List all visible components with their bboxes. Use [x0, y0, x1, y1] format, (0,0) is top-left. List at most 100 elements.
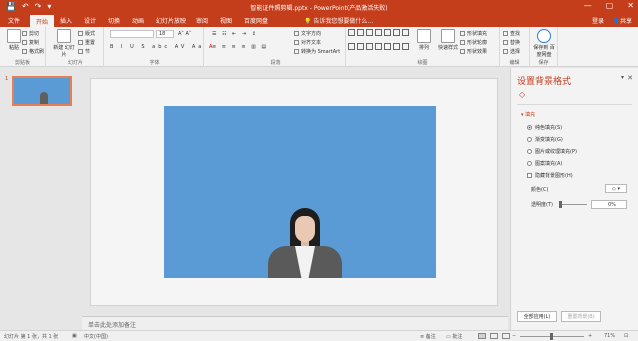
tab-slideshow[interactable]: 幻灯片放映 [156, 16, 186, 25]
person-face [295, 216, 315, 242]
notes-area[interactable]: 单击此处添加备注 [82, 316, 508, 330]
new-slide-icon [57, 29, 71, 43]
tab-baidu[interactable]: 百度网盘 [244, 16, 268, 25]
share-button[interactable]: 👤共享 [613, 16, 633, 25]
new-slide-button[interactable]: 新建 幻灯片 [52, 29, 76, 58]
reset-button[interactable]: 重置 [78, 39, 95, 46]
text-direction-label: 文字方向 [301, 31, 322, 37]
font-grow-icon[interactable]: A˄ A˅ [178, 31, 191, 37]
find-button[interactable]: 查找 [503, 30, 520, 37]
tab-design[interactable]: 设计 [84, 16, 96, 25]
shape-item[interactable] [402, 29, 409, 36]
color-label: 颜色(C) [531, 187, 549, 193]
tab-file[interactable]: 文件 [8, 16, 20, 25]
save-to-baidu-button[interactable]: 保存到 百度网盘 [532, 29, 556, 58]
apply-all-button[interactable]: 全部应用(L) [517, 311, 557, 322]
color-picker-button[interactable]: ◇ ▾ [605, 184, 627, 193]
tab-transitions[interactable]: 切换 [108, 16, 120, 25]
replace-button[interactable]: 替换 [503, 39, 520, 46]
shape-item[interactable] [384, 42, 391, 50]
slide-canvas[interactable] [164, 106, 436, 278]
tab-home[interactable]: 开始 [30, 15, 55, 27]
shape-item[interactable] [366, 29, 373, 36]
underline-button[interactable]: U [130, 44, 137, 50]
font-size-box[interactable]: 18 [156, 30, 174, 38]
quick-styles-button[interactable]: 快速样式 [436, 29, 460, 51]
shape-item[interactable] [375, 42, 382, 50]
zoom-knob[interactable] [550, 333, 553, 340]
login-link[interactable]: 登录 [592, 16, 604, 25]
slide-thumbnail[interactable] [12, 76, 72, 106]
close-button[interactable]: ✕ [627, 1, 634, 10]
smartart-button[interactable]: 转换为 SmartArt [294, 48, 340, 55]
slider-knob[interactable] [559, 201, 562, 208]
shape-item[interactable] [402, 42, 409, 50]
pattern-fill-option[interactable]: 图案填充(A) [527, 160, 562, 167]
select-button[interactable]: 选择 [503, 48, 520, 55]
gradient-fill-option[interactable]: 渐变填充(G) [527, 136, 563, 143]
group-editing: 查找 替换 选择 编辑 [500, 27, 530, 67]
section-button[interactable]: 节 [78, 48, 90, 55]
shape-item[interactable] [366, 42, 373, 50]
align-buttons[interactable]: ≡ ≡ ≡ ≡ ▥ ▤ [212, 44, 268, 50]
shape-item[interactable] [375, 29, 382, 36]
maximize-button[interactable]: ▢ [606, 1, 614, 10]
text-direction-button[interactable]: 文字方向 [294, 30, 321, 37]
format-painter-button[interactable]: 格式刷 [22, 48, 44, 55]
tab-review[interactable]: 审阅 [196, 16, 208, 25]
paint-bucket-icon[interactable]: ◇ [519, 90, 529, 99]
font-name-box[interactable] [110, 30, 154, 38]
layout-button[interactable]: 版式 [78, 30, 95, 37]
list-buttons[interactable]: ☰ ☷ ⇤ ⇥ ↕ [212, 31, 258, 37]
picture-fill-option[interactable]: 图片或纹理填充(P) [527, 148, 577, 155]
tab-insert[interactable]: 插入 [60, 16, 72, 25]
fill-section-header[interactable]: ▾ 填充 [521, 111, 535, 118]
proofing-icon[interactable]: ▣ [72, 333, 77, 339]
hide-background-checkbox[interactable]: 隐藏背景图形(H) [527, 172, 573, 179]
reading-view-icon[interactable] [502, 333, 510, 339]
shape-item[interactable] [384, 29, 391, 36]
shape-effects-button[interactable]: 形状效果 [460, 48, 487, 55]
fit-slide-icon[interactable]: ⊡ [624, 333, 628, 339]
shape-outline-button[interactable]: 形状轮廓 [460, 39, 487, 46]
transparency-input[interactable]: 0% [591, 200, 627, 209]
italic-button[interactable]: I [121, 44, 125, 50]
zoom-level[interactable]: 71% [604, 333, 615, 339]
slide-sorter-icon[interactable] [490, 333, 498, 339]
zoom-out-icon[interactable]: − [512, 333, 516, 339]
shape-item[interactable] [393, 42, 400, 50]
shape-item[interactable] [348, 42, 355, 50]
minimize-button[interactable]: — [584, 1, 592, 10]
change-case-button[interactable]: Aa [192, 44, 204, 50]
window-title: 智能证件照剪辑.pptx - PowerPoint(产品激活失败) [250, 5, 388, 12]
zoom-slider[interactable] [520, 333, 584, 340]
notes-button[interactable]: ≡ 备注 [420, 333, 436, 340]
char-spacing-button[interactable]: AV [175, 44, 188, 50]
pane-options-icon[interactable]: ▾ [621, 74, 624, 81]
shape-item[interactable] [393, 29, 400, 36]
transparency-slider[interactable] [559, 201, 587, 208]
comments-button[interactable]: ▭ 批注 [446, 333, 462, 340]
tab-view[interactable]: 视图 [220, 16, 232, 25]
tell-me-search[interactable]: 💡 告诉我您想要做什么... [304, 16, 373, 25]
shape-fill-button[interactable]: 形状填充 [460, 30, 487, 37]
solid-fill-label: 纯色填充(S) [535, 125, 563, 131]
shape-item[interactable] [357, 42, 364, 50]
align-text-button[interactable]: 对齐文本 [294, 39, 321, 46]
close-icon[interactable]: ✕ [627, 74, 633, 82]
solid-fill-option[interactable]: 纯色填充(S) [527, 124, 562, 131]
reset-background-button[interactable]: 重置背景(B) [561, 311, 601, 322]
shape-item[interactable] [348, 29, 355, 36]
copy-button[interactable]: 复制 [22, 39, 39, 46]
tab-animations[interactable]: 动画 [132, 16, 144, 25]
language-status[interactable]: 中文(中国) [84, 333, 108, 340]
shapes-gallery[interactable] [348, 29, 409, 55]
strikethrough-button[interactable]: abc [152, 44, 170, 50]
normal-view-icon[interactable] [478, 333, 486, 339]
cut-button[interactable]: 剪切 [22, 30, 39, 37]
shadow-button[interactable]: S [141, 44, 147, 50]
bold-button[interactable]: B [110, 44, 116, 50]
shape-item[interactable] [357, 29, 364, 36]
zoom-in-icon[interactable]: + [588, 333, 592, 339]
arrange-button[interactable]: 排列 [412, 29, 436, 51]
